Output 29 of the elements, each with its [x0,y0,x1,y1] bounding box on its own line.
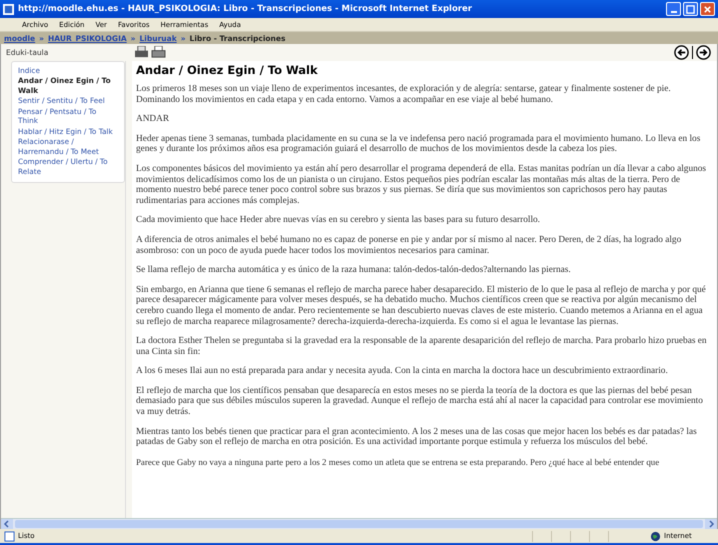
scroll-left-icon[interactable] [1,519,13,529]
paragraph: Los componentes básicos del movimiento ya están ahí pero desarrollar el programa dependerá de ella. Estas manitas podrían un día llevar a cabo algunos movimientos delicadísimos como los de un pianista o un cirujano. Estos pequeños pies podrían escalar las montañas más altas de la tierra. Pero de momento nuestro bebé parece tener poco control sobre sus brazos y sus piernas. Se diría que sus movimientos son caprichosos pero hay pautas rudimentarias para acciones más complejas. [136,164,708,206]
printer-icon[interactable] [134,46,149,59]
minimize-icon [670,10,676,12]
close-icon [703,4,712,14]
minimize-button[interactable] [666,2,681,16]
horizontal-scrollbar[interactable] [1,518,717,529]
paragraph: A diferencia de otros animales el bebé humano no es capaz de ponerse en pie y andar por sí mismo al nacer. Pero Deren, de 2 días, ha logrado algo asombroso: con un poco de ayuda puede hacer todos los movimientos necesarios para caminar. [136,234,682,256]
paragraph: Parece que Gaby no vaya a ninguna parte pero a los 2 meses como un atleta que se entrena se esta preparando. Pero ¿qué hace al bebé entender que [136,456,660,468]
paragraph: Los primeros 18 meses son un viaje lleno de experimentos incesantes, de exploración y de alegría: sentarse, gatear y finalmente sostener de pie. Dominando los movimientos en cada etapa y en cada entorno. Vamos a acompañar en ese viaje al bebé humano. [136,84,672,106]
paragraph: Heder apenas tiene 3 semanas, tumbada placidamente en su cuna se la ve indefensa pero nació programada para el movimiento humano. Lo lleva en los genes y durante los próximos años esa programación guiará el desarrollo de muchos de los movimientos desde la cabeza los pies. [136,134,702,155]
maximize-button[interactable] [683,2,698,16]
printer-icon[interactable] [151,46,166,59]
close-button[interactable] [700,2,715,16]
scroll-right-icon[interactable] [705,519,717,529]
maximize-icon [686,4,695,14]
window-title: http://moodle.ehu.es - HAUR_PSIKOLOGIA: Libro - Transcripciones - Microsoft Internet Explorer [18,4,473,14]
paragraph: El reflejo de marcha que los científicos pensaban que desaparecía en estos meses no se pierda la teoría de la doctora es que las piernas del bebé pesan demasiado para que sus débiles músculos superen la gravedad. Aunque el reflejo de marcha está ahí al nacer la capacidad para controlar ese movimiento va muy detrás. [136,386,704,418]
browser-icon [3,4,14,14]
page-icon [4,530,15,542]
paragraph: A los 6 meses Ilai aun no está preparada para andar y necesita ayuda. Con la cinta en marcha la doctora hace un descubrimiento extraordinario. [136,366,669,377]
paragraph: ANDAR [136,114,170,125]
paragraph: Cada movimiento que hace Heder abre nuevas vías en su cerebro y sienta las bases para su futuro desarrollo. [136,215,542,226]
globe-icon [650,530,661,542]
paragraph: Sin embargo, en Arianna que tiene 6 semanas el reflejo de marcha parece haber desaparecido. El misterio de lo que le pasa al reflejo de marcha y por qué parece desaparecer mágicamente para volver meses después, se ha debatido mucho. Muchos científicos creen que se reactiva por algún mecanismo del cerebro cuando llega el momento de andar. Pero recientemente se han descubierto nuevas claves de este misterio. Cuando metemos a Arianna en el agua su reflejo de marcha reaparece milagrosamente? derecha-izquierda-derecha-izquierda. Es como si el agua le levantase las piernas. [136,284,707,328]
paragraph: La doctora Esther Thelen se preguntaba si la gravedad era la responsable de la aparente desaparición del reflejo de marcha. Para probarlo hizo pruebas en una Cinta sin fin: [136,336,708,358]
paragraph: Mientras tanto los bebés tienen que practicar para el gran acontecimiento. A los 2 meses una de las cosas que mejor hacen los bebés es dar patadas? las patadas de Gaby son el reflejo de marcha en otra posición. Es una actividad importante porque estimula y refuerza los músculos del bebé. [136,426,698,448]
paragraph: Se llama reflejo de marcha automática y es único de la raza humana: talón-dedos-talón-dedos?alternando las piernas. [136,265,572,276]
chapter-heading: Andar / Oinez Egin / To Walk [136,63,319,77]
